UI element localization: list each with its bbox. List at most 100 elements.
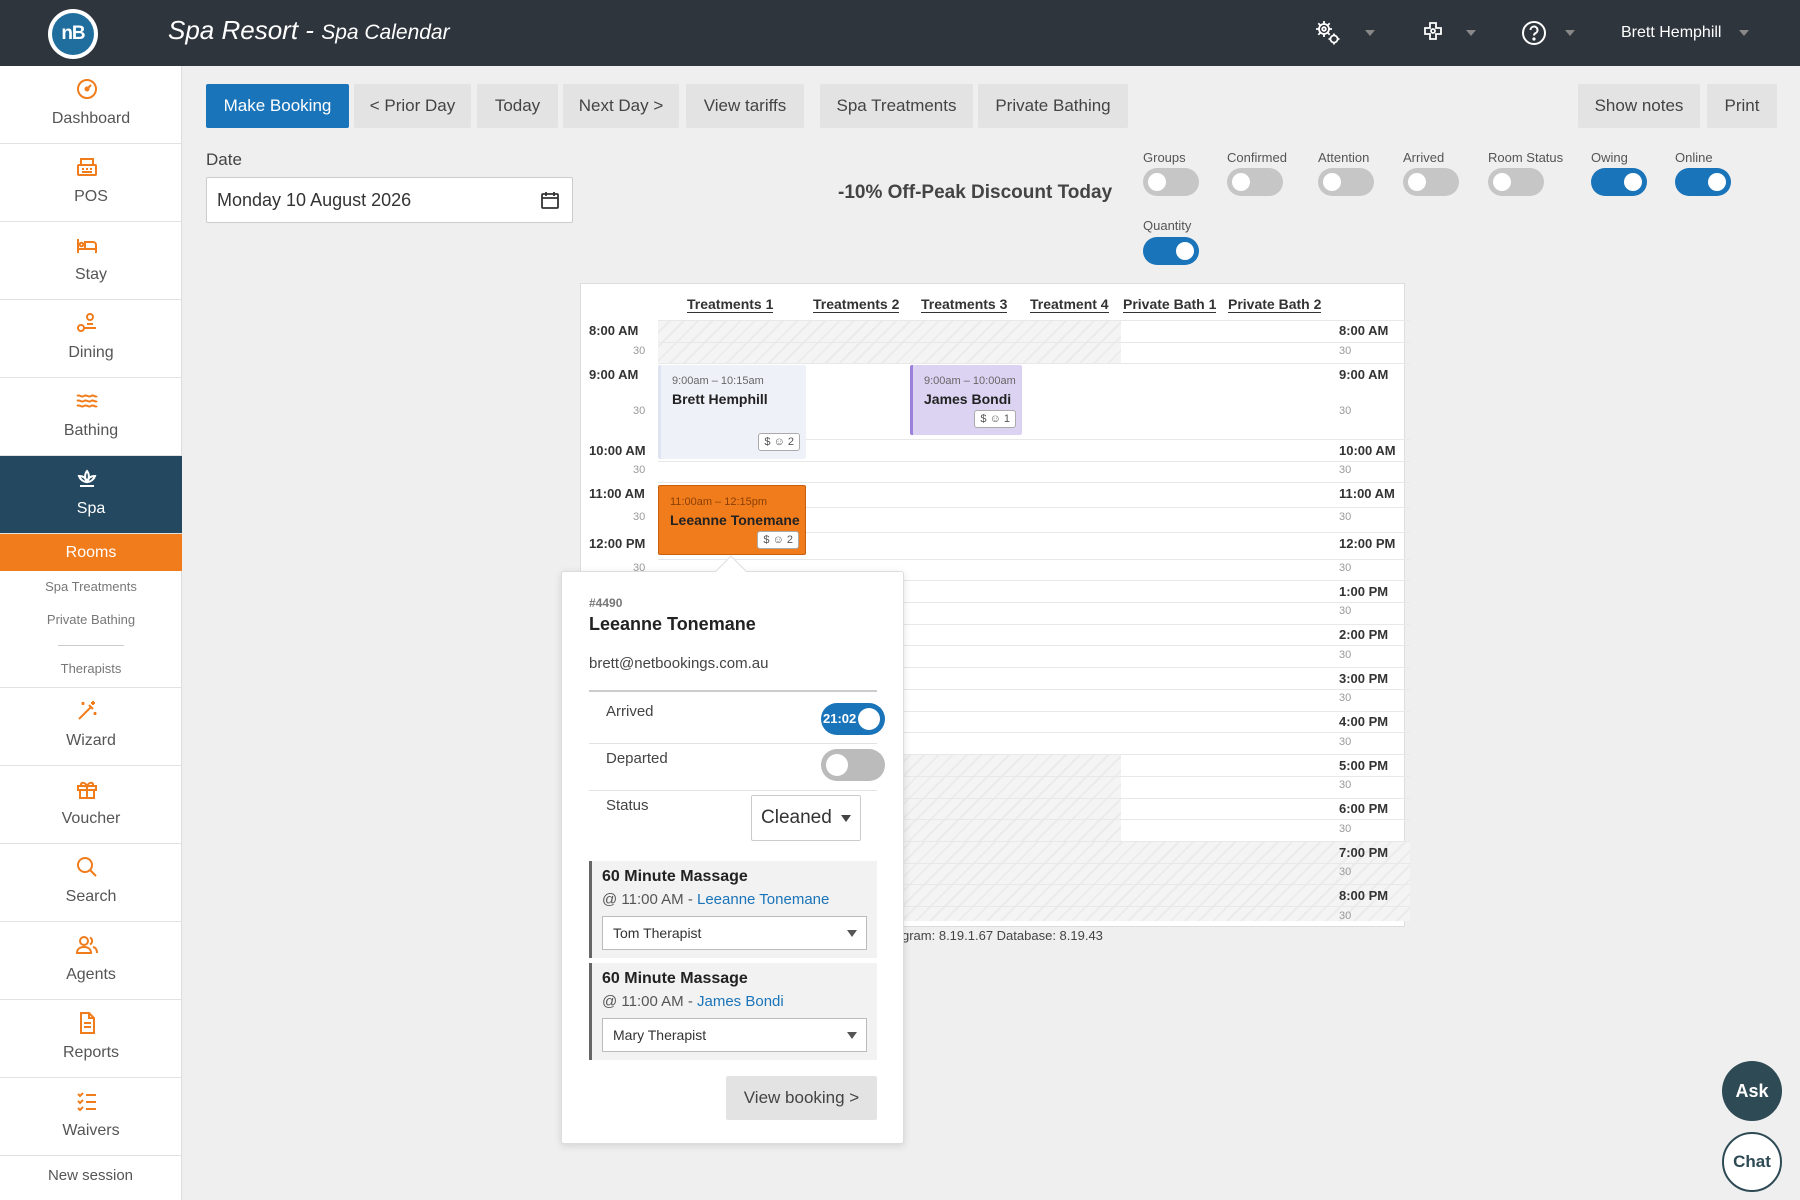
sidebar-item-bathing[interactable]: Bathing bbox=[0, 378, 182, 456]
calendar-icon[interactable] bbox=[540, 190, 560, 210]
sidebar-item-stay[interactable]: Stay bbox=[0, 222, 182, 300]
settings-gears-icon[interactable] bbox=[1314, 19, 1342, 47]
top-bar: nB Spa Resort - Spa Calendar Brett Hemph… bbox=[0, 0, 1800, 66]
help-caret-icon[interactable] bbox=[1565, 30, 1575, 36]
waves-icon bbox=[75, 389, 99, 413]
time-label: 2:00 PM bbox=[1339, 627, 1389, 642]
groups-toggle[interactable] bbox=[1143, 168, 1199, 196]
arrived-toggle[interactable]: 21:02 bbox=[821, 703, 885, 735]
status-value: Cleaned bbox=[761, 807, 832, 828]
service-name: 60 Minute Massage bbox=[602, 868, 748, 885]
service-guest-link[interactable]: James Bondi bbox=[697, 993, 784, 1010]
date-label: Date bbox=[206, 150, 242, 169]
ask-button[interactable]: Ask bbox=[1722, 1061, 1782, 1121]
integrations-caret-icon[interactable] bbox=[1466, 30, 1476, 36]
sidebar-item-voucher[interactable]: Voucher bbox=[0, 766, 182, 844]
half-hour-label: 30 bbox=[1339, 779, 1352, 791]
service-time: @ 11:00 AM - James Bondi bbox=[602, 993, 784, 1010]
time-label: 6:00 PM bbox=[1339, 801, 1389, 816]
appointment-block[interactable]: 9:00am – 10:15am Brett Hemphill $ ☺ 2 bbox=[658, 365, 806, 459]
view-booking-button[interactable]: View booking > bbox=[726, 1076, 877, 1120]
room-status-toggle[interactable] bbox=[1488, 168, 1544, 196]
therapist-select[interactable]: Tom Therapist bbox=[602, 916, 867, 950]
grid-line bbox=[658, 461, 1410, 462]
private-bathing-button[interactable]: Private Bathing bbox=[978, 84, 1128, 128]
logo-text: nB bbox=[52, 13, 94, 55]
sidebar-item-dashboard[interactable]: Dashboard bbox=[0, 66, 182, 144]
version-info: gram: 8.19.1.67 Database: 8.19.43 bbox=[902, 928, 1103, 943]
title-separator: - bbox=[298, 15, 322, 45]
integrations-icon[interactable] bbox=[1419, 19, 1447, 47]
half-hour-label: 30 bbox=[1339, 605, 1352, 617]
help-icon[interactable] bbox=[1520, 19, 1548, 47]
appointment-block-selected[interactable]: 11:00am – 12:15pm Leeanne Tonemane $ ☺ 2 bbox=[658, 485, 806, 555]
status-select[interactable]: Cleaned bbox=[751, 795, 861, 841]
arrived-filter-toggle[interactable] bbox=[1403, 168, 1459, 196]
column-header: Private Bath 2 bbox=[1228, 296, 1322, 313]
online-toggle[interactable] bbox=[1675, 168, 1731, 196]
popup-divider bbox=[589, 743, 877, 744]
filter-label-confirmed: Confirmed bbox=[1227, 150, 1287, 165]
column-header: Treatments 1 bbox=[687, 296, 774, 313]
grid-line bbox=[658, 559, 1410, 560]
sidebar-subitem-spa-treatments[interactable]: Spa Treatments bbox=[0, 579, 182, 594]
time-label: 3:00 PM bbox=[1339, 671, 1389, 686]
today-button[interactable]: Today bbox=[477, 84, 558, 128]
filter-label-groups: Groups bbox=[1143, 150, 1186, 165]
time-label: 5:00 PM bbox=[1339, 758, 1389, 773]
appointment-time: 11:00am – 12:15pm bbox=[670, 496, 768, 508]
person-icon: ☺ bbox=[773, 436, 785, 448]
sidebar-item-reports[interactable]: Reports bbox=[0, 1000, 182, 1078]
sidebar-item-search[interactable]: Search bbox=[0, 844, 182, 922]
sidebar-item-agents[interactable]: Agents bbox=[0, 922, 182, 1000]
departed-label: Departed bbox=[606, 750, 668, 767]
sidebar-subitem-rooms[interactable]: Rooms bbox=[0, 534, 182, 571]
sidebar-item-pos[interactable]: POS bbox=[0, 144, 182, 222]
date-picker[interactable]: Monday 10 August 2026 bbox=[206, 177, 573, 223]
guest-email[interactable]: brett@netbookings.com.au bbox=[589, 655, 769, 672]
sidebar-subitem-private-bathing[interactable]: Private Bathing bbox=[0, 612, 182, 627]
sidebar-item-label: Stay bbox=[74, 266, 107, 283]
user-caret-icon[interactable] bbox=[1739, 30, 1749, 36]
view-tariffs-button[interactable]: View tariffs bbox=[686, 84, 804, 128]
attention-toggle[interactable] bbox=[1318, 168, 1374, 196]
chat-button[interactable]: Chat bbox=[1722, 1132, 1782, 1192]
half-hour-label: 30 bbox=[1339, 405, 1352, 417]
service-guest-link[interactable]: Leeanne Tonemane bbox=[697, 891, 829, 908]
half-hour-label: 30 bbox=[1339, 692, 1352, 704]
appointment-block[interactable]: 9:00am – 10:00am James Bondi $ ☺ 1 bbox=[910, 365, 1022, 435]
departed-toggle[interactable] bbox=[821, 749, 885, 781]
grid-line bbox=[658, 342, 1410, 343]
owing-toggle[interactable] bbox=[1591, 168, 1647, 196]
therapist-value: Tom Therapist bbox=[613, 925, 702, 941]
quantity-toggle[interactable] bbox=[1143, 237, 1199, 265]
time-label: 12:00 PM bbox=[589, 536, 646, 551]
settings-caret-icon[interactable] bbox=[1365, 30, 1375, 36]
sidebar-item-waivers[interactable]: Waivers bbox=[0, 1078, 182, 1156]
arrived-time: 21:02 bbox=[823, 711, 857, 726]
column-header: Treatments 2 bbox=[813, 296, 900, 313]
prior-day-button[interactable]: < Prior Day bbox=[354, 84, 471, 128]
spa-treatments-button[interactable]: Spa Treatments bbox=[820, 84, 973, 128]
appointment-guest: Brett Hemphill bbox=[672, 391, 768, 407]
service-card: 60 Minute Massage @ 11:00 AM - Leeanne T… bbox=[589, 861, 877, 958]
app-logo[interactable]: nB bbox=[48, 9, 98, 59]
service-name: 60 Minute Massage bbox=[602, 970, 748, 987]
half-hour-label: 30 bbox=[633, 405, 646, 417]
sidebar-item-spa[interactable]: Spa bbox=[0, 456, 182, 534]
confirmed-toggle[interactable] bbox=[1227, 168, 1283, 196]
print-button[interactable]: Print bbox=[1707, 84, 1777, 128]
appointment-time: 9:00am – 10:15am bbox=[672, 375, 764, 387]
next-day-button[interactable]: Next Day > bbox=[563, 84, 679, 128]
time-label: 10:00 AM bbox=[1339, 443, 1396, 458]
sidebar-item-dining[interactable]: Dining bbox=[0, 300, 182, 378]
appointment-badge: $ ☺ 2 bbox=[758, 433, 800, 451]
register-icon bbox=[75, 155, 99, 179]
sidebar-item-wizard[interactable]: Wizard bbox=[0, 688, 182, 766]
sidebar-subitem-therapists[interactable]: Therapists bbox=[0, 661, 182, 676]
show-notes-button[interactable]: Show notes bbox=[1578, 84, 1700, 128]
user-menu[interactable]: Brett Hemphill bbox=[1621, 24, 1721, 42]
new-session-link[interactable]: New session bbox=[0, 1156, 182, 1200]
make-booking-button[interactable]: Make Booking bbox=[206, 84, 349, 128]
therapist-select[interactable]: Mary Therapist bbox=[602, 1018, 867, 1052]
